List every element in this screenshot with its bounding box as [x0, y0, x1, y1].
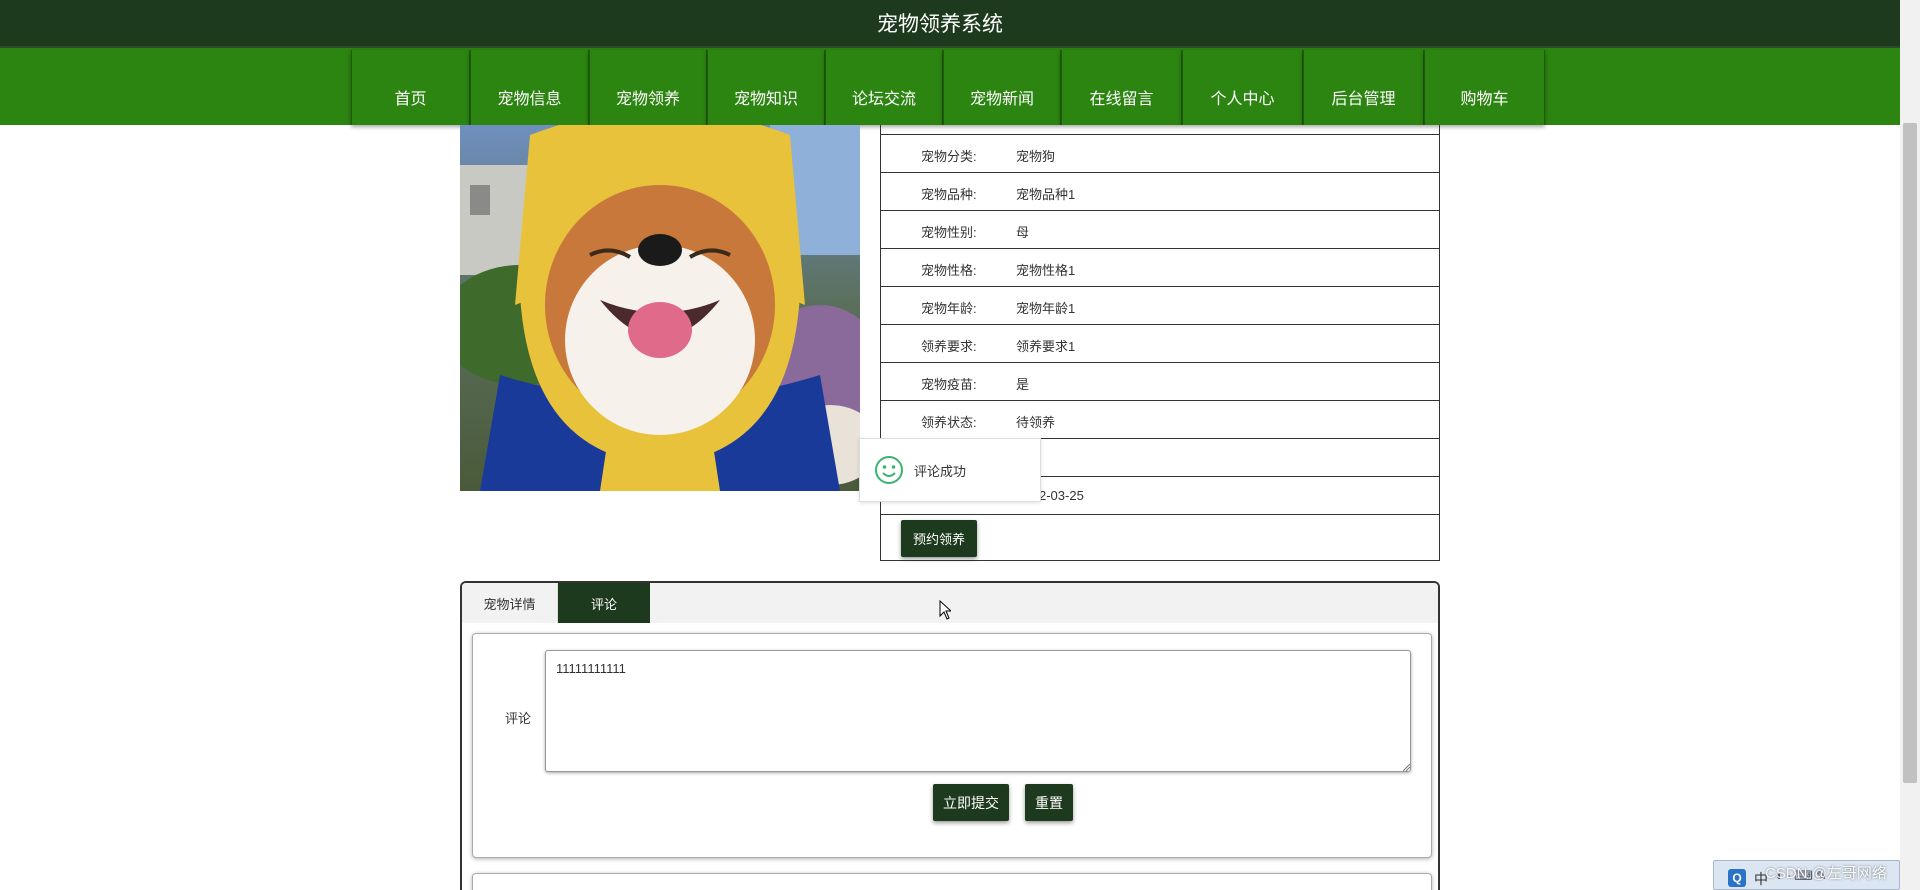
submit-button[interactable]: 立即提交: [933, 784, 1009, 821]
toast-notification: 评论成功: [859, 438, 1041, 502]
info-value: 宠物品种1: [1016, 187, 1076, 202]
info-row-requirements: 领养要求: 领养要求1: [881, 324, 1439, 362]
resize-grip-icon[interactable]: [1401, 762, 1411, 772]
top-header: 宠物领养系统: [0, 0, 1920, 48]
main-nav: 首页 宠物信息 宠物领养 宠物知识 论坛交流 宠物新闻 在线留言 个人中心 后台…: [0, 48, 1900, 125]
nav-item-pet-news[interactable]: 宠物新闻: [943, 50, 1061, 125]
comment-label: 评论: [505, 711, 532, 726]
info-label: 宠物品种:: [921, 187, 977, 202]
info-value: 宠物狗: [1016, 149, 1056, 164]
info-value: 待领养: [1016, 415, 1056, 430]
scrollbar-thumb[interactable]: [1903, 123, 1917, 783]
nav-item-messages[interactable]: 在线留言: [1061, 50, 1182, 125]
watermark: CSDN @左哥网络: [1765, 865, 1887, 882]
page-scrollbar[interactable]: [1900, 0, 1920, 890]
info-value: 宠物性格1: [1016, 263, 1076, 278]
nav-item-home[interactable]: 首页: [351, 50, 470, 125]
tab-comments[interactable]: 评论: [558, 583, 650, 623]
nav-item-pet-adoption[interactable]: 宠物领养: [589, 50, 707, 125]
info-value: 母: [1016, 225, 1030, 240]
info-label: 领养状态:: [921, 415, 977, 430]
ime-logo-icon: Q: [1728, 869, 1746, 887]
comment-list-card: [472, 873, 1432, 890]
reset-button[interactable]: 重置: [1025, 784, 1073, 821]
nav-item-pet-knowledge[interactable]: 宠物知识: [707, 50, 825, 125]
info-label: 领养要求:: [921, 339, 977, 354]
pet-photo: [460, 125, 860, 491]
mouse-cursor-icon: [939, 600, 951, 620]
info-value: 宠物年龄1: [1016, 301, 1076, 316]
info-row-age: 宠物年龄: 宠物年龄1: [881, 286, 1439, 324]
info-label: 宠物分类:: [921, 149, 977, 164]
site-title: 宠物领养系统: [877, 13, 1003, 36]
toast-message: 评论成功: [914, 463, 967, 479]
info-label: 宠物疫苗:: [921, 377, 977, 392]
nav-item-cart[interactable]: 购物车: [1424, 50, 1545, 125]
nav-item-pet-info[interactable]: 宠物信息: [470, 50, 589, 125]
info-row-breed: 宠物品种: 宠物品种1: [881, 172, 1439, 210]
adopt-button[interactable]: 预约领养: [901, 520, 977, 557]
info-row-personality: 宠物性格: 宠物性格1: [881, 248, 1439, 286]
info-row-gender: 宠物性别: 母: [881, 210, 1439, 248]
info-row-category: 宠物分类: 宠物狗: [881, 134, 1439, 172]
info-row-status: 领养状态: 待领养: [881, 400, 1439, 438]
info-value: 2-03-25: [1039, 488, 1084, 503]
nav-item-user-center[interactable]: 个人中心: [1182, 50, 1303, 125]
comment-textarea[interactable]: [545, 650, 1411, 772]
nav-item-forum[interactable]: 论坛交流: [825, 50, 943, 125]
info-label: 宠物年龄:: [921, 301, 977, 316]
detail-tabs-panel: 宠物详情 评论 评论 立即提交 重置: [460, 581, 1440, 890]
tab-pet-details[interactable]: 宠物详情: [462, 583, 558, 623]
info-value: 领养要求1: [1016, 339, 1076, 354]
nav-menu: 首页 宠物信息 宠物领养 宠物知识 论坛交流 宠物新闻 在线留言 个人中心 后台…: [351, 50, 1545, 125]
comment-form: 评论 立即提交 重置: [472, 633, 1432, 858]
info-label: 宠物性别:: [921, 225, 977, 240]
smile-icon: [875, 456, 903, 484]
info-label: 宠物性格:: [921, 263, 977, 278]
info-value: 是: [1016, 377, 1030, 392]
info-row-vaccine: 宠物疫苗: 是: [881, 362, 1439, 400]
nav-item-admin[interactable]: 后台管理: [1303, 50, 1424, 125]
info-row-action: 预约领养: [881, 514, 1439, 560]
